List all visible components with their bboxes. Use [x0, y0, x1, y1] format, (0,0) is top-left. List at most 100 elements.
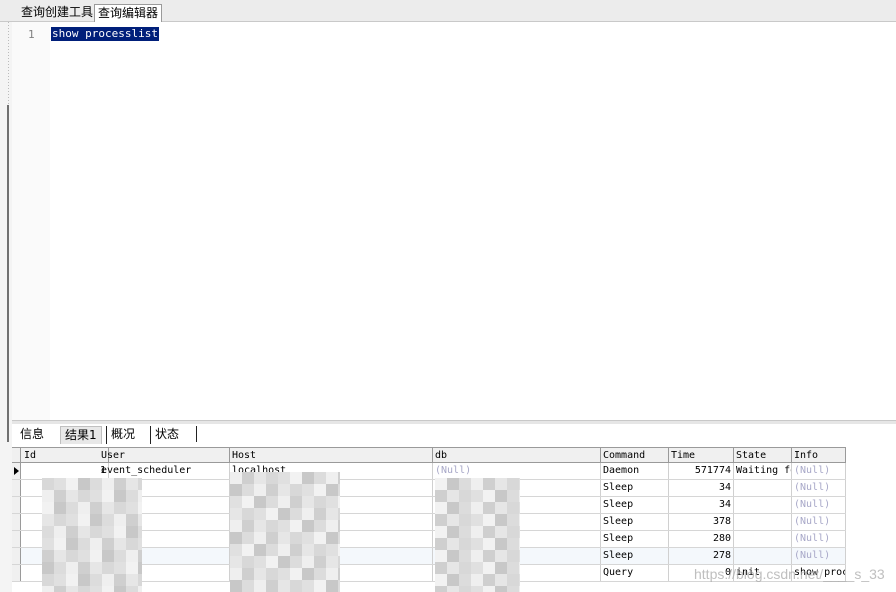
cell-info[interactable]: (Null) [792, 497, 846, 513]
redaction-block [254, 520, 266, 532]
column-header-command[interactable]: Command [601, 448, 669, 462]
row-indicator[interactable] [12, 565, 21, 581]
redaction-block [435, 538, 447, 550]
column-header-time[interactable]: Time [669, 448, 734, 462]
cell-command[interactable]: Query [601, 565, 669, 581]
cell-time[interactable]: 280 [669, 531, 734, 547]
cell-command[interactable]: Sleep [601, 548, 669, 564]
cell-state[interactable] [734, 548, 792, 564]
column-header-state[interactable]: State [734, 448, 792, 462]
redaction-block [54, 478, 66, 490]
cell-user[interactable]: event_scheduler [99, 463, 230, 479]
tab-query-editor[interactable]: 查询编辑器 [94, 4, 163, 23]
redaction-block [266, 484, 278, 496]
tab-profile[interactable]: 概况 [106, 426, 139, 444]
redaction-block [90, 538, 102, 550]
redaction-block [242, 520, 254, 532]
redaction-block [495, 562, 507, 574]
cell-command[interactable]: Daemon [601, 463, 669, 479]
cell-info[interactable]: (Null) [792, 531, 846, 547]
cell-command[interactable]: Sleep [601, 531, 669, 547]
redaction-block [290, 484, 302, 496]
redaction-block [338, 544, 340, 556]
tab-status[interactable]: 状态 [150, 426, 183, 444]
cell-id[interactable]: 1 [22, 463, 109, 479]
redaction-block [290, 568, 302, 580]
cell-command[interactable]: Sleep [601, 480, 669, 496]
cell-time[interactable]: 571774 [669, 463, 734, 479]
cell-db[interactable]: (Null) [433, 463, 601, 479]
redaction-block [138, 526, 142, 538]
cell-info[interactable]: (Null) [792, 514, 846, 530]
redaction-block [102, 526, 114, 538]
redaction-block [266, 556, 278, 568]
cell-state[interactable]: Waiting fo [734, 463, 792, 479]
redaction-block [78, 538, 90, 550]
redaction-block [447, 538, 459, 550]
redaction-block [459, 502, 471, 514]
redaction-block [459, 490, 471, 502]
redaction-block [278, 532, 290, 544]
redaction-block [114, 538, 126, 550]
column-header-id[interactable]: Id [22, 448, 109, 462]
redaction-block [459, 550, 471, 562]
redaction-block [338, 520, 340, 532]
tab-query-builder[interactable]: 查询创建工具 [18, 4, 96, 22]
column-header-host[interactable]: Host [230, 448, 433, 462]
cell-time[interactable]: 34 [669, 480, 734, 496]
cell-time[interactable]: 378 [669, 514, 734, 530]
tab-result1[interactable]: 结果1 [60, 426, 102, 444]
row-indicator[interactable] [12, 497, 21, 513]
column-header-user[interactable]: User [99, 448, 230, 462]
redaction-block [126, 538, 138, 550]
header-corner [12, 448, 21, 462]
redaction-block [66, 538, 78, 550]
redaction-block [126, 586, 138, 592]
cell-info[interactable]: (Null) [792, 548, 846, 564]
column-header-info[interactable]: Info [792, 448, 846, 462]
redaction-block [483, 526, 495, 538]
cell-info[interactable]: (Null) [792, 463, 846, 479]
cell-command[interactable]: Sleep [601, 497, 669, 513]
redaction-block [254, 568, 266, 580]
row-indicator[interactable] [12, 548, 21, 564]
redaction-block [230, 532, 242, 544]
row-indicator[interactable] [12, 480, 21, 496]
redaction-block [326, 520, 338, 532]
sql-editor[interactable]: 1 show processlist [12, 22, 896, 420]
redaction-block [78, 514, 90, 526]
redaction-block [447, 562, 459, 574]
redaction-block [66, 502, 78, 514]
redaction-block [114, 502, 126, 514]
redaction-block [495, 550, 507, 562]
column-header-db[interactable]: db [433, 448, 601, 462]
redaction-block [102, 478, 114, 490]
cell-state[interactable] [734, 514, 792, 530]
redaction-block [230, 520, 242, 532]
cell-time[interactable]: 34 [669, 497, 734, 513]
row-indicator[interactable] [12, 463, 21, 479]
redaction-block [42, 478, 54, 490]
redaction-block [435, 574, 447, 586]
cell-info[interactable]: (Null) [792, 480, 846, 496]
cell-state[interactable] [734, 480, 792, 496]
redaction-block [290, 580, 302, 592]
row-indicator[interactable] [12, 531, 21, 547]
sql-code-line[interactable]: show processlist [51, 27, 159, 41]
redaction-block [302, 580, 314, 592]
redaction-block [278, 472, 290, 484]
redaction-block [114, 490, 126, 502]
redaction-block [102, 550, 114, 562]
cell-state[interactable] [734, 531, 792, 547]
redaction-block [326, 496, 338, 508]
redaction-block [495, 538, 507, 550]
redaction-block [78, 502, 90, 514]
cell-state[interactable] [734, 497, 792, 513]
cell-command[interactable]: Sleep [601, 514, 669, 530]
redaction-block [254, 532, 266, 544]
row-indicator[interactable] [12, 514, 21, 530]
tab-info[interactable]: 信息 [16, 426, 48, 444]
cell-time[interactable]: 278 [669, 548, 734, 564]
redaction-block [519, 562, 520, 574]
redaction-block [138, 550, 142, 562]
